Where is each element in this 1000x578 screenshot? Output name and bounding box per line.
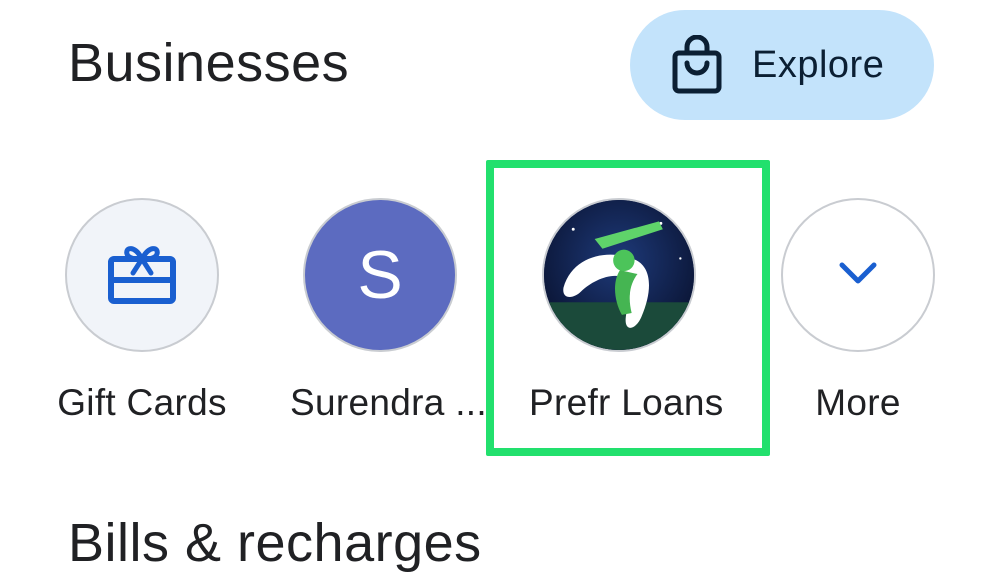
explore-label: Explore — [752, 43, 885, 86]
cricket-player-logo — [544, 200, 694, 350]
business-tile-prefr-loans[interactable]: Prefr Loans — [529, 198, 724, 424]
tile-label-surendra: Surendra ... — [290, 382, 487, 423]
business-tile-surendra[interactable]: S Surendra ... — [290, 198, 487, 424]
more-circle — [781, 198, 935, 352]
tile-label-prefr-loans: Prefr Loans — [529, 382, 724, 423]
gift-card-icon — [107, 241, 177, 310]
prefr-loans-logo — [542, 198, 696, 352]
businesses-title: Businesses — [68, 33, 350, 93]
explore-button[interactable]: Explore — [630, 10, 934, 120]
tile-label-gift-cards: Gift Cards — [57, 382, 227, 423]
business-tile-gift-cards[interactable]: Gift Cards — [52, 198, 232, 424]
chevron-down-icon — [838, 261, 878, 290]
gift-card-circle — [65, 198, 219, 352]
tile-label-more: More — [815, 382, 901, 423]
avatar: S — [303, 198, 457, 352]
bills-recharges-title: Bills & recharges — [68, 513, 482, 573]
shopping-bag-icon — [670, 34, 724, 95]
business-tile-more[interactable]: More — [768, 198, 948, 424]
